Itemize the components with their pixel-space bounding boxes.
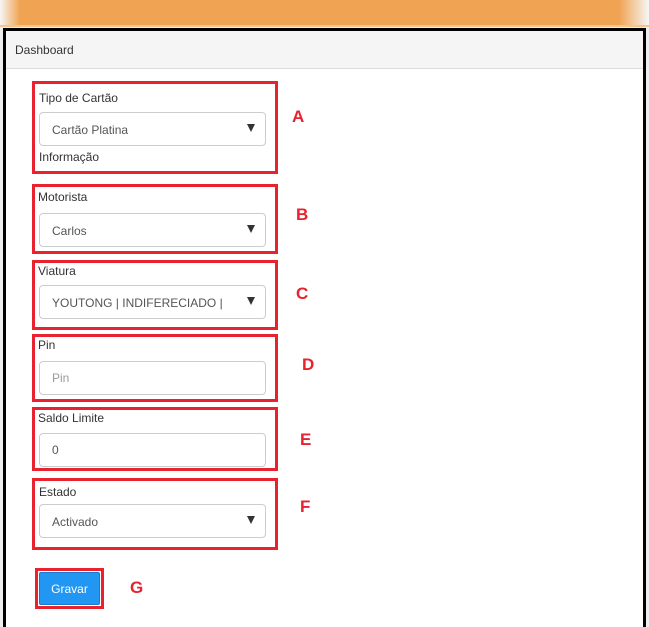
pin-input[interactable] <box>39 361 266 395</box>
status-label: Estado <box>39 485 77 499</box>
limit-balance-input[interactable] <box>39 433 266 467</box>
status-selected-value: Activado <box>52 515 99 529</box>
top-bar-fade-right <box>619 0 649 25</box>
annotation-marker-f: F <box>300 497 311 516</box>
annotation-marker-a: A <box>292 107 305 126</box>
panel-header: Dashboard <box>6 31 643 69</box>
status-select[interactable]: Activado <box>39 504 266 538</box>
driver-select[interactable]: Carlos <box>39 213 266 247</box>
driver-selected-value: Carlos <box>52 224 87 238</box>
annotation-marker-g: G <box>130 578 144 597</box>
chevron-down-icon <box>247 225 255 233</box>
chevron-down-icon <box>247 297 255 305</box>
limit-balance-label: Saldo Limite <box>38 411 105 425</box>
annotation-marker-c: C <box>296 284 309 303</box>
vehicle-selected-value: YOUTONG | INDIFERECIADO | <box>52 296 223 310</box>
chevron-down-icon <box>247 516 255 524</box>
driver-label: Motorista <box>38 190 88 204</box>
save-button[interactable]: Gravar <box>39 572 100 605</box>
card-type-help-text: Informação <box>39 150 100 164</box>
annotation-marker-d: D <box>302 355 315 374</box>
card-type-selected-value: Cartão Platina <box>52 123 129 137</box>
vehicle-select[interactable]: YOUTONG | INDIFERECIADO | <box>39 285 266 319</box>
vehicle-label: Viatura <box>38 264 76 278</box>
top-accent-bar <box>0 0 649 27</box>
pin-label: Pin <box>38 338 56 352</box>
card-type-select[interactable]: Cartão Platina <box>39 112 266 146</box>
chevron-down-icon <box>247 124 255 132</box>
top-bar-fade-left <box>0 0 20 25</box>
page: Dashboard Tipo de Cartão Cartão Platina … <box>0 0 649 627</box>
card-type-label: Tipo de Cartão <box>39 91 118 105</box>
page-title: Dashboard <box>15 43 74 57</box>
annotation-marker-b: B <box>296 205 309 224</box>
annotation-marker-e: E <box>300 430 312 449</box>
save-annotation-box: Gravar <box>35 568 104 609</box>
